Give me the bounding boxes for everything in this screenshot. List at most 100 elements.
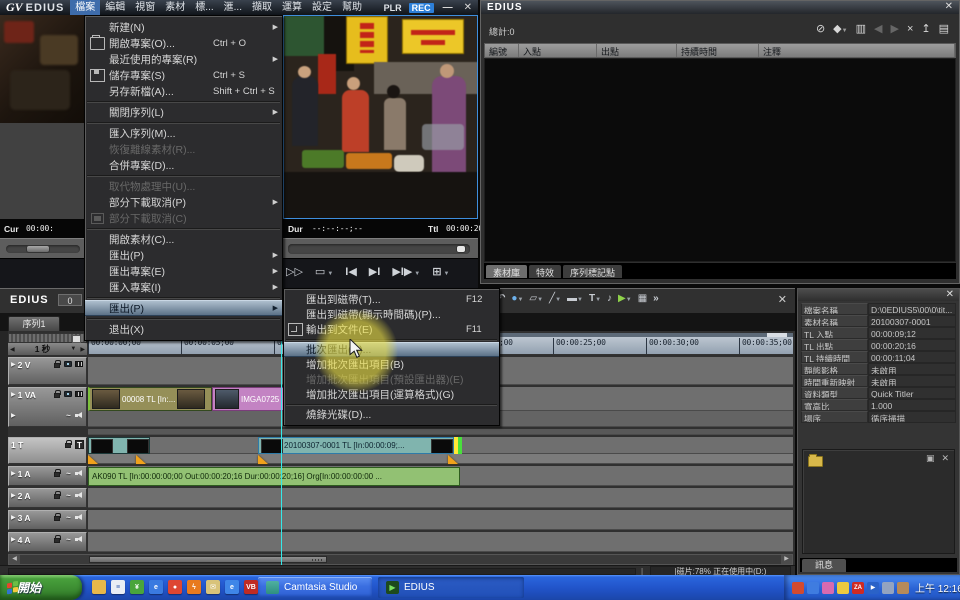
zoom-right-arrow[interactable]: ▶: [78, 346, 87, 353]
track-lane-3a[interactable]: [88, 510, 793, 530]
menu-item[interactable]: 儲存專案(S)Ctrl + S: [85, 67, 282, 83]
render-icon[interactable]: ▶▼: [618, 293, 632, 304]
zoom-left-arrow[interactable]: ◀: [8, 346, 17, 353]
track-header-3a[interactable]: ▶3 A~: [8, 510, 87, 530]
menu-item[interactable]: 批次匯出(H)...: [284, 342, 499, 357]
preview-right-pane[interactable]: [283, 15, 478, 219]
plr-button[interactable]: PLR: [384, 3, 402, 13]
document-icon[interactable]: ≡: [111, 580, 125, 594]
title-icon[interactable]: T▼: [589, 293, 601, 304]
monitor-icon[interactable]: [64, 360, 73, 369]
lock-icon[interactable]: [53, 535, 62, 544]
position-thumb-right[interactable]: [456, 245, 466, 253]
browser-icon[interactable]: e: [225, 580, 239, 594]
zoom-slider-thumb[interactable]: [72, 335, 81, 343]
bin-tab-特效[interactable]: 特效: [529, 265, 561, 278]
menu-item[interactable]: 匯出(P)▶: [85, 300, 282, 316]
expand-icon[interactable]: ▶: [11, 536, 16, 543]
view-icon[interactable]: ▥: [856, 23, 866, 38]
close-icon[interactable]: ✕: [941, 453, 949, 464]
set-out-point-button[interactable]: ▶I: [369, 265, 381, 278]
lock-icon[interactable]: [53, 469, 62, 478]
expand-icon[interactable]: ▶: [11, 361, 16, 368]
close-button[interactable]: ✕: [462, 2, 474, 13]
speaker-icon[interactable]: [75, 411, 84, 420]
zoom-value[interactable]: 1 秒: [17, 343, 69, 355]
play-around-button[interactable]: ▶I▶▼: [392, 265, 420, 278]
display-mode-button[interactable]: ▭▼: [315, 265, 333, 278]
menu-item[interactable]: 匯出到磁帶(T)...F12: [284, 292, 499, 307]
export-icon[interactable]: ↥: [921, 23, 930, 38]
column-header-注釋[interactable]: 注釋: [759, 44, 955, 57]
menu-item[interactable]: 恢復離線素材(R)...: [85, 141, 282, 157]
info-palette-title-bar[interactable]: ✕: [798, 289, 959, 301]
track-header-2v[interactable]: ▶2 V: [8, 357, 87, 385]
menu-item[interactable]: 關閉序列(L)▶: [85, 104, 282, 120]
transition-icon[interactable]: ▬▼: [567, 293, 583, 304]
volume-icon[interactable]: [897, 582, 909, 594]
folder-icon[interactable]: [92, 580, 106, 594]
add-cut-icon[interactable]: ●▼: [511, 293, 523, 304]
menu-item[interactable]: 最近使用的專案(R)▶: [85, 51, 282, 67]
menu-item[interactable]: 匯入專案(I)▶: [85, 279, 282, 295]
timeline-close-icon[interactable]: ✕: [778, 293, 787, 306]
voiceover-icon[interactable]: ♪: [607, 293, 612, 304]
ribbon-icon[interactable]: [822, 582, 834, 594]
menu-item[interactable]: 匯出(P)▶: [85, 247, 282, 263]
lock-icon[interactable]: [53, 390, 62, 399]
list-icon[interactable]: ▤: [939, 23, 949, 38]
menubar-item-運算[interactable]: 運算: [277, 0, 307, 15]
mail-icon[interactable]: ✉: [206, 580, 220, 594]
waveform-icon[interactable]: ~: [64, 513, 73, 522]
menu-item[interactable]: 輸出到文件(E)F11: [284, 322, 499, 337]
more-icon[interactable]: »: [653, 293, 659, 304]
track-lane-2a[interactable]: [88, 488, 793, 508]
mixer-marker[interactable]: [88, 455, 98, 464]
folder-icon[interactable]: [808, 456, 823, 467]
expand-icon[interactable]: ▶: [11, 470, 16, 477]
zoom-slider[interactable]: [8, 333, 87, 343]
shuttle-track-left[interactable]: [6, 245, 80, 253]
delete-icon[interactable]: ×: [907, 23, 913, 38]
menubar-item-素材[interactable]: 素材: [160, 0, 190, 15]
menubar-item-標...[interactable]: 標...: [190, 0, 218, 15]
lock-icon[interactable]: [64, 440, 73, 449]
insert-mode-icon[interactable]: ▱▼: [529, 293, 543, 304]
menu-item[interactable]: 部分下載取消(P)▶: [85, 194, 282, 210]
menu-item[interactable]: 合併專案(D)...: [85, 157, 282, 173]
menubar-item-擷取[interactable]: 擷取: [247, 0, 277, 15]
expand-icon[interactable]: ▶: [11, 514, 16, 521]
set-in-point-button[interactable]: I◀: [345, 265, 357, 278]
track-header-1a[interactable]: ▶1 A~: [8, 466, 87, 486]
info-close-icon[interactable]: ✕: [946, 290, 954, 300]
column-header-編號[interactable]: 編號: [485, 44, 519, 57]
mixer-marker[interactable]: [136, 455, 146, 464]
track-header-1va[interactable]: ▶1 VA▶~: [8, 387, 87, 427]
clip-t1[interactable]: [88, 437, 150, 454]
expand-icon[interactable]: ▶: [11, 391, 16, 398]
messenger-icon[interactable]: [807, 582, 819, 594]
bin-close-icon[interactable]: ✕: [945, 2, 954, 12]
sequence-tab[interactable]: 序列1: [8, 316, 60, 331]
minimize-button[interactable]: —: [441, 2, 455, 13]
menubar-item-編輯[interactable]: 編輯: [100, 0, 130, 15]
display-icon[interactable]: [882, 582, 894, 594]
flag-icon[interactable]: [792, 582, 804, 594]
menu-item[interactable]: 增加批次匯出項目(運算格式)(G): [284, 387, 499, 402]
bin-tab-素材庫[interactable]: 素材庫: [486, 265, 527, 278]
menu-item[interactable]: 匯入序列(M)...: [85, 125, 282, 141]
ie-icon[interactable]: e: [149, 580, 163, 594]
lock-icon[interactable]: [53, 491, 62, 500]
clip-t2[interactable]: 20100307-0001 TL [In:00:00:09;...: [258, 437, 454, 454]
menubar-item-檔案[interactable]: 檔案: [70, 0, 100, 15]
vb-icon[interactable]: VB: [244, 580, 258, 594]
chrome-icon[interactable]: ●: [168, 580, 182, 594]
preview-left-pane[interactable]: [0, 15, 85, 219]
scrollbar-thumb[interactable]: [89, 556, 327, 563]
menubar-item-滙...[interactable]: 滙...: [219, 0, 247, 15]
column-header-出點[interactable]: 出點: [597, 44, 677, 57]
menubar-item-視窗[interactable]: 視窗: [130, 0, 160, 15]
expand-icon[interactable]: ▶: [11, 412, 16, 419]
film-icon[interactable]: [75, 390, 84, 399]
monitor-icon[interactable]: [64, 390, 73, 399]
